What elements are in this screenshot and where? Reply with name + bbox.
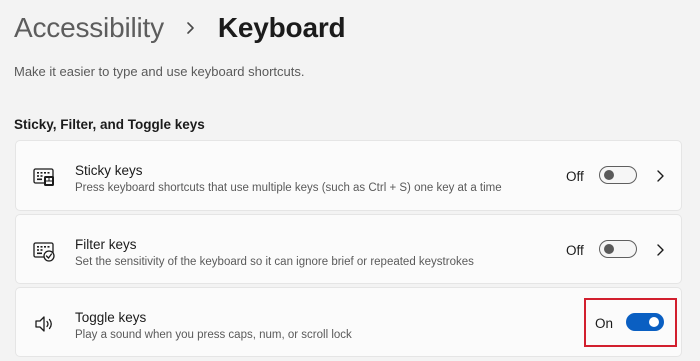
setting-title: Sticky keys — [75, 163, 143, 178]
toggle-state-label: Off — [566, 243, 584, 258]
toggle-knob — [604, 170, 614, 180]
toggle-knob — [604, 244, 614, 254]
setting-description: Play a sound when you press caps, num, o… — [75, 329, 352, 341]
setting-title: Filter keys — [75, 237, 137, 252]
page-title: Keyboard — [217, 12, 346, 43]
chevron-right-icon — [187, 22, 194, 34]
speaker-icon — [35, 316, 52, 332]
toggle-state-label: Off — [566, 169, 584, 184]
setting-card-toggle-keys[interactable]: Toggle keys Play a sound when you press … — [15, 287, 682, 357]
filter-keys-toggle[interactable] — [599, 240, 637, 258]
setting-card-filter-keys[interactable]: Filter keys Set the sensitivity of the k… — [15, 214, 682, 284]
highlight-annotation-box — [584, 298, 677, 347]
setting-description: Set the sensitivity of the keyboard so i… — [75, 256, 474, 268]
breadcrumb-parent-accessibility[interactable]: Accessibility — [14, 12, 164, 44]
sticky-keys-toggle[interactable] — [599, 166, 637, 184]
setting-title: Toggle keys — [75, 310, 147, 325]
setting-card-sticky-keys[interactable]: Sticky keys Press keyboard shortcuts tha… — [15, 140, 682, 211]
page-description: Make it easier to type and use keyboard … — [14, 64, 305, 79]
breadcrumb: Accessibility Keyboard — [14, 8, 346, 48]
filter-keys-icon — [33, 242, 55, 262]
chevron-right-icon[interactable] — [655, 169, 665, 183]
chevron-right-icon[interactable] — [655, 243, 665, 257]
section-title: Sticky, Filter, and Toggle keys — [14, 117, 205, 132]
setting-description: Press keyboard shortcuts that use multip… — [75, 182, 502, 194]
sticky-keys-icon — [33, 168, 54, 186]
